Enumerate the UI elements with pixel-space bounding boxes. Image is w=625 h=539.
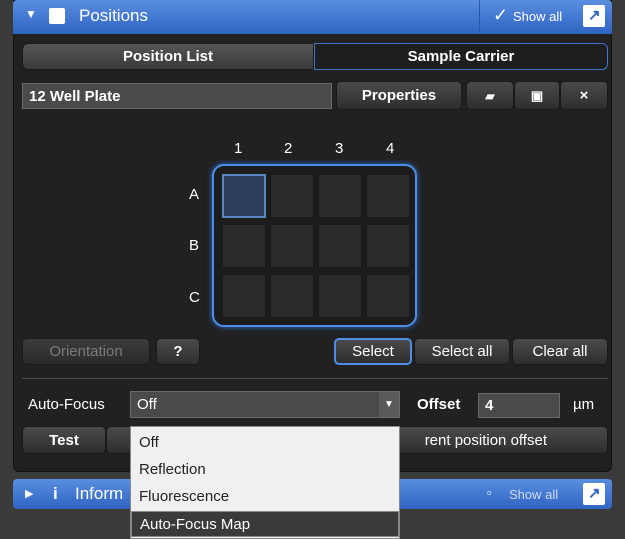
- info-title: Inform: [75, 484, 124, 503]
- save-icon[interactable]: ▣: [514, 81, 560, 110]
- offset-label: Offset: [417, 396, 461, 413]
- panel-title: Positions: [79, 6, 148, 25]
- column-label: 4: [386, 140, 395, 157]
- clear-all-button[interactable]: Clear all: [512, 338, 608, 365]
- dropdown-option-off[interactable]: Off: [131, 429, 399, 455]
- auto-focus-select[interactable]: Off ▼: [130, 391, 400, 418]
- expand-arrow-icon[interactable]: ▶: [25, 487, 33, 500]
- column-label: 3: [335, 140, 344, 157]
- well-a2[interactable]: [270, 174, 314, 218]
- row-label: A: [189, 186, 200, 203]
- well-a4[interactable]: [366, 174, 410, 218]
- offset-input[interactable]: 4: [478, 393, 560, 418]
- well-c3[interactable]: [318, 274, 362, 318]
- close-icon[interactable]: ×: [560, 81, 608, 110]
- show-all-label[interactable]: Show all: [509, 487, 558, 502]
- tab-label: Sample Carrier: [407, 48, 515, 65]
- separator: [22, 378, 608, 379]
- show-all-checkbox[interactable]: ▫: [487, 485, 492, 500]
- undock-icon[interactable]: ↗: [583, 483, 605, 505]
- auto-focus-value: Off: [137, 396, 157, 413]
- open-folder-icon[interactable]: ▰: [466, 81, 514, 110]
- column-label: 2: [284, 140, 293, 157]
- auto-focus-dropdown-list: Off Reflection Fluorescence Auto-Focus M…: [130, 426, 400, 539]
- well-a1[interactable]: [222, 174, 266, 218]
- select-button[interactable]: Select: [334, 338, 412, 365]
- help-button[interactable]: ?: [156, 338, 200, 365]
- properties-button[interactable]: Properties: [336, 81, 462, 110]
- info-icon: i: [53, 484, 58, 503]
- positions-title-bar[interactable]: ▼ Positions ✓ Show all ↗: [13, 0, 612, 34]
- well-a3[interactable]: [318, 174, 362, 218]
- tab-label: Position List: [123, 48, 213, 65]
- row-label: C: [189, 289, 200, 306]
- tab-sample-carrier[interactable]: Sample Carrier: [314, 43, 608, 70]
- auto-focus-label: Auto-Focus: [28, 396, 105, 413]
- show-all-label[interactable]: Show all: [513, 9, 562, 24]
- check-icon[interactable]: ✓: [493, 5, 508, 26]
- well-c4[interactable]: [366, 274, 410, 318]
- carrier-name-field[interactable]: 12 Well Plate: [22, 83, 332, 109]
- select-all-button[interactable]: Select all: [414, 338, 510, 365]
- well-b4[interactable]: [366, 224, 410, 268]
- positions-icon: [49, 8, 65, 24]
- well-b2[interactable]: [270, 224, 314, 268]
- dropdown-option-fluorescence[interactable]: Fluorescence: [131, 483, 399, 509]
- dropdown-option-auto-focus-map[interactable]: Auto-Focus Map: [131, 511, 399, 537]
- test-button[interactable]: Test: [22, 426, 106, 454]
- undock-icon[interactable]: ↗: [583, 5, 605, 27]
- collapse-arrow-icon[interactable]: ▼: [25, 7, 37, 21]
- well-c2[interactable]: [270, 274, 314, 318]
- unit-label: µm: [573, 396, 595, 413]
- column-label: 1: [234, 140, 243, 157]
- current-position-offset-label: rent position offset: [424, 431, 547, 449]
- well-c1[interactable]: [222, 274, 266, 318]
- orientation-button[interactable]: Orientation: [22, 338, 150, 365]
- well-b3[interactable]: [318, 224, 362, 268]
- divider: [479, 0, 480, 34]
- well-b1[interactable]: [222, 224, 266, 268]
- well-plate: [212, 164, 417, 327]
- chevron-down-icon[interactable]: ▼: [379, 392, 399, 417]
- row-label: B: [189, 237, 200, 254]
- tab-position-list[interactable]: Position List: [22, 43, 314, 70]
- dropdown-option-reflection[interactable]: Reflection: [131, 456, 399, 482]
